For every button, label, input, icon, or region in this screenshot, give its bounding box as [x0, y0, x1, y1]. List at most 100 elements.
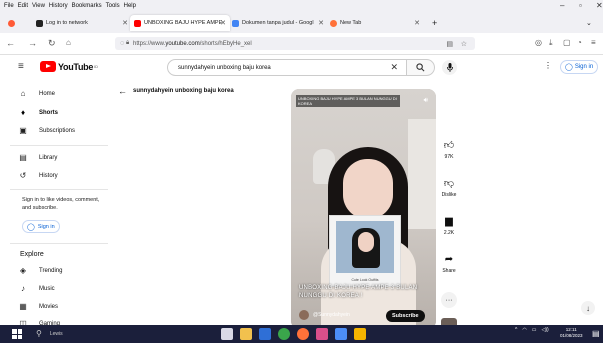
header-sign-in-button[interactable]: ◯ Sign in — [560, 60, 599, 74]
tab-label: Dokumen tanpa judul - Googl — [242, 20, 314, 26]
channel-link[interactable]: @Sunnydahyein — [299, 310, 350, 320]
mail-icon[interactable] — [259, 328, 271, 340]
search-input[interactable]: sunnydahyein unboxing baju korea ✕ — [167, 59, 407, 76]
dislike-label: Dislike — [441, 192, 457, 198]
dislike-button[interactable]: 👎︎ Dislike — [438, 178, 460, 198]
reload-icon[interactable]: ↻ — [48, 37, 56, 49]
short-caption: UNBOXING BAJU HYPE AMPE 3 BULAN NUNGGU D… — [299, 285, 418, 299]
more-options-button[interactable]: ··· — [441, 292, 457, 308]
tab-log-in[interactable]: Log in to network ✕ — [32, 15, 132, 31]
url-host: youtube.com — [165, 40, 200, 47]
tray-chevron-icon[interactable]: ^ — [515, 327, 517, 333]
firefox-taskbar-icon[interactable] — [297, 328, 309, 340]
sidebar-item-history[interactable]: ↺ History — [18, 171, 58, 180]
menu-bookmarks[interactable]: Bookmarks — [72, 3, 102, 9]
subscribe-button[interactable]: Subscribe — [386, 310, 425, 322]
search-query: sunnydahyein unboxing baju korea — [178, 64, 271, 71]
shorts-search-back[interactable]: ← sunnydahyein unboxing baju korea — [118, 86, 234, 96]
sidebar-item-label: History — [39, 172, 58, 179]
menu-help[interactable]: Help — [124, 3, 136, 9]
files-icon[interactable] — [354, 328, 366, 340]
close-window-icon[interactable]: ✕ — [596, 0, 603, 11]
search-button[interactable] — [407, 59, 435, 76]
close-tab-icon[interactable]: ✕ — [122, 19, 128, 27]
next-short-button[interactable]: ↓ — [581, 301, 595, 315]
url-prefix: https://www. — [133, 40, 166, 47]
extensions-icon[interactable]: ▢ — [563, 37, 571, 49]
downloads-icon[interactable]: ⤓ — [549, 37, 553, 49]
close-tab-icon[interactable]: ✕ — [220, 19, 226, 27]
close-tab-icon[interactable]: ✕ — [414, 19, 420, 27]
bookmark-star-icon[interactable]: ☆ — [461, 40, 467, 48]
battery-icon[interactable]: ▭ — [532, 327, 537, 333]
back-icon[interactable]: ← — [6, 37, 15, 49]
browser-menubar: File Edit View History Bookmarks Tools H… — [0, 0, 603, 11]
tab-label: New Tab — [340, 20, 362, 26]
new-tab-icon[interactable]: + — [428, 15, 441, 31]
minimize-icon[interactable]: – — [560, 0, 564, 11]
tab-new[interactable]: New Tab ✕ — [326, 15, 424, 31]
sidebar-item-library[interactable]: ▤ Library — [18, 153, 57, 162]
sidebar-item-music[interactable]: ♪ Music — [18, 284, 55, 293]
sidebar-item-subscriptions[interactable]: ▣ Subscriptions — [18, 126, 75, 135]
thumbs-down-icon: 👎︎ — [443, 178, 455, 189]
like-button[interactable]: 👍︎ 97K — [438, 140, 460, 160]
list-tabs-icon[interactable]: ⌄ — [582, 15, 596, 31]
firefox-view-icon[interactable] — [4, 15, 16, 31]
windows-start-icon[interactable] — [12, 329, 22, 339]
lock-icon: 🔒︎ — [126, 40, 130, 46]
menu-edit[interactable]: Edit — [18, 3, 28, 9]
hamburger-menu-icon[interactable]: ≡ — [591, 37, 596, 49]
firefox-favicon-icon — [330, 19, 337, 27]
guide-menu-icon[interactable]: ≡ — [18, 61, 24, 72]
pocket-icon[interactable]: ◎ — [535, 37, 542, 49]
sidebar-item-trending[interactable]: ◈ Trending — [18, 266, 63, 275]
word-icon[interactable] — [335, 328, 347, 340]
volume-icon[interactable]: 🔊︎ — [424, 97, 428, 105]
menu-file[interactable]: File — [4, 3, 14, 9]
address-bar[interactable]: ◌ 🔒︎ https://www. youtube.com/shorts/hEby… — [115, 37, 475, 50]
sidebar-item-home[interactable]: ⌂ Home — [18, 89, 55, 98]
youtube-favicon-icon — [134, 19, 141, 27]
settings-dots-icon[interactable]: ⋮ — [544, 61, 552, 70]
logo-text: YouTube — [58, 61, 94, 72]
system-tray[interactable]: ^ ◠ ▭ ◁)) — [515, 327, 549, 333]
clear-search-icon[interactable]: ✕ — [390, 62, 398, 73]
tab-youtube[interactable]: UNBOXING BAJU HYPE AMPE ✕ — [130, 15, 230, 31]
taskbar-search[interactable]: ⚲ Lewis — [36, 329, 63, 338]
reader-view-icon[interactable]: ▤ — [446, 40, 453, 48]
voice-search-button[interactable] — [442, 60, 457, 75]
file-explorer-icon[interactable] — [240, 328, 252, 340]
share-button[interactable]: ➦ Share — [438, 254, 460, 274]
short-video-player[interactable]: UNBOXING BAJU HYPE AMPE 3 BULAN NUNGGU D… — [291, 89, 436, 329]
media-app-icon[interactable] — [316, 328, 328, 340]
tab-docs[interactable]: Dokumen tanpa judul - Googl ✕ — [228, 15, 328, 31]
comments-button[interactable]: ▆ 2.2K — [438, 216, 460, 236]
notification-icon[interactable]: ▤ — [592, 329, 600, 338]
sidebar-item-movies[interactable]: ▦ Movies — [18, 302, 58, 311]
sidebar-item-label: Home — [39, 90, 56, 97]
speaker-icon[interactable]: ◁)) — [541, 327, 548, 333]
share-label: Share — [442, 268, 456, 274]
task-view-icon[interactable] — [221, 328, 233, 340]
sidebar-item-shorts[interactable]: ♦ Shorts — [18, 108, 58, 117]
video-overlay-title: UNBOXING BAJU HYPE AMPE 3 BULAN NUNGGU D… — [296, 95, 400, 107]
history-icon: ↺ — [19, 171, 27, 180]
url-path: /shorts/hEbyHe_xel — [199, 40, 252, 47]
taskbar-clock[interactable]: 12:11 01/08/2023 — [560, 327, 583, 339]
maximize-icon[interactable]: ▫ — [579, 0, 582, 11]
menu-history[interactable]: History — [49, 3, 68, 9]
chrome-icon[interactable] — [278, 328, 290, 340]
wifi-icon[interactable]: ◠ — [522, 327, 526, 333]
sidebar-sign-in-button[interactable]: ◯ Sign in — [22, 220, 60, 233]
video-inset-photo: Cute Look Outfits — [329, 215, 401, 287]
menu-tools[interactable]: Tools — [106, 3, 120, 9]
account-icon[interactable]: ◔ — [577, 37, 582, 49]
menu-view[interactable]: View — [32, 3, 45, 9]
close-tab-icon[interactable]: ✕ — [318, 19, 324, 27]
forward-icon[interactable]: → — [28, 37, 37, 49]
back-arrow-icon[interactable]: ← — [118, 86, 127, 96]
home-button-icon[interactable]: ⌂ — [66, 37, 71, 49]
shield-icon: ◌ — [120, 40, 125, 47]
youtube-logo[interactable]: YouTube ID — [40, 61, 98, 72]
